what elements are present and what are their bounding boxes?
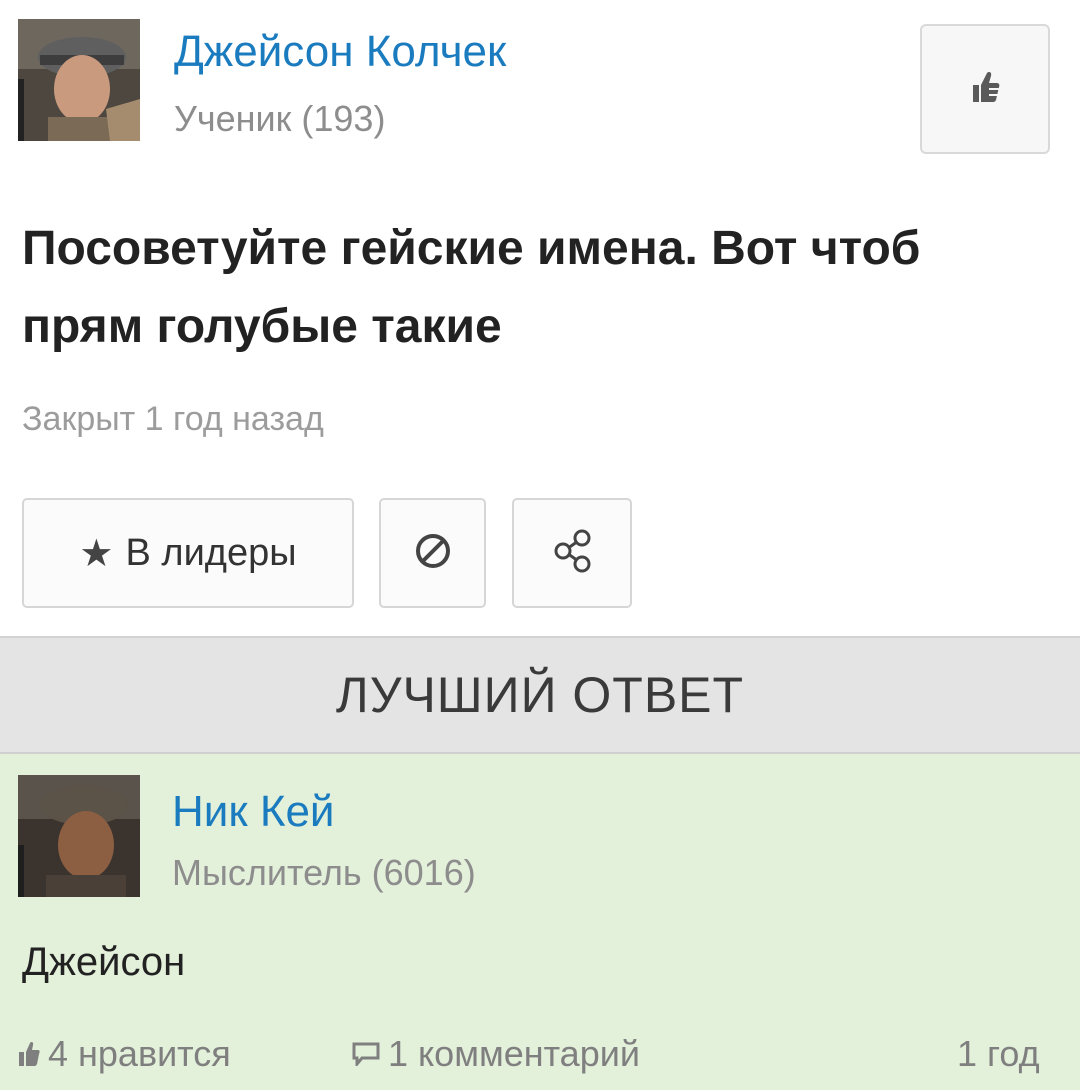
best-answer-header: ЛУЧШИЙ ОТВЕТ <box>0 636 1080 754</box>
like-button[interactable] <box>920 24 1050 154</box>
add-to-leaders-button[interactable]: ★ В лидеры <box>22 498 354 608</box>
thumbs-up-icon <box>18 1041 40 1067</box>
answer-comments-link[interactable]: 1 комментарий <box>352 1033 640 1075</box>
share-button[interactable] <box>512 498 632 608</box>
answer-likes[interactable]: 4 нравится <box>18 1033 231 1075</box>
question-author-rank: Ученик (193) <box>174 98 386 139</box>
best-answer-card: Ник Кей Мыслитель (6016) Джейсон 4 нрави… <box>0 754 1080 1090</box>
answer-author-name[interactable]: Ник Кей <box>172 790 335 834</box>
star-icon: ★ <box>79 532 114 575</box>
answer-time: 1 год <box>957 1033 1040 1075</box>
question-status: Закрыт 1 год назад <box>22 400 324 438</box>
answer-comments-label: 1 комментарий <box>388 1033 640 1074</box>
block-icon <box>413 531 453 576</box>
question-author-avatar[interactable] <box>18 19 140 141</box>
answer-author-avatar[interactable] <box>18 775 140 897</box>
comment-icon <box>352 1042 380 1066</box>
answer-likes-label: 4 нравится <box>48 1033 231 1074</box>
question-title: Посоветуйте гейские имена. Вот чтоб прям… <box>22 222 921 353</box>
answer-author-rank: Мыслитель (6016) <box>172 852 476 893</box>
page: Джейсон Колчек Ученик (193) Посоветуйте … <box>0 0 1080 1090</box>
best-answer-heading: ЛУЧШИЙ ОТВЕТ <box>335 667 745 723</box>
answer-text: Джейсон <box>22 940 186 984</box>
add-to-leaders-label: В лидеры <box>125 531 297 574</box>
question-card: Джейсон Колчек Ученик (193) Посоветуйте … <box>0 0 1080 636</box>
answer-time-label: 1 год <box>957 1033 1040 1074</box>
question-author-name[interactable]: Джейсон Колчек <box>174 30 506 74</box>
block-button[interactable] <box>379 498 486 608</box>
share-icon <box>551 528 593 579</box>
thumbs-up-icon <box>970 70 1000 109</box>
